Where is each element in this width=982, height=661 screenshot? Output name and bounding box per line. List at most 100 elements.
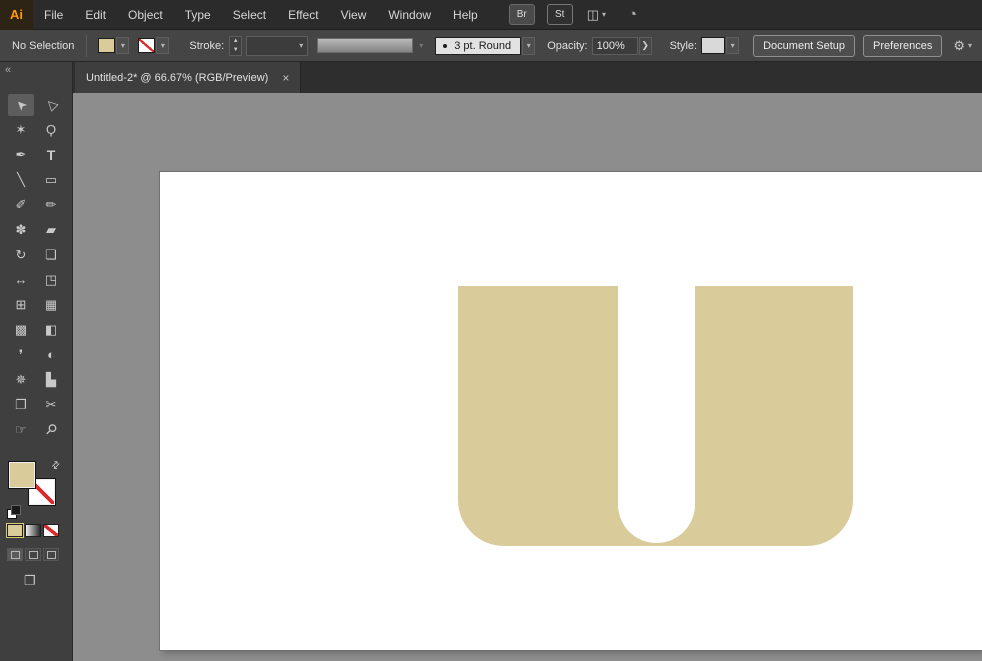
- slice-tool[interactable]: ✂: [38, 394, 64, 416]
- brush-definition-combo[interactable]: 3 pt. Round ▾: [435, 36, 536, 55]
- menu-object[interactable]: Object: [117, 0, 174, 29]
- fill-color-dropdown[interactable]: ▾: [116, 37, 130, 54]
- blend-tool[interactable]: ◐: [38, 344, 64, 366]
- brush-definition-value[interactable]: 3 pt. Round: [435, 36, 522, 55]
- style-combo[interactable]: ▾: [701, 37, 740, 54]
- artboard[interactable]: [160, 172, 982, 650]
- width-profile-dropdown[interactable]: ▾: [413, 38, 426, 53]
- screen-mode-button[interactable]: ❐: [24, 573, 36, 589]
- control-tools-group[interactable]: ⚙ ▾: [953, 38, 972, 54]
- sync-status-icon[interactable]: ◔: [628, 6, 637, 23]
- line-segment-tool[interactable]: ╲: [8, 169, 34, 191]
- bridge-button[interactable]: Br: [508, 4, 535, 25]
- drawing-modes-row: [7, 548, 59, 561]
- shape-builder-tool[interactable]: ⊞: [8, 294, 34, 316]
- chevron-right-icon: ❯: [641, 40, 649, 50]
- menu-file[interactable]: File: [33, 0, 74, 29]
- fill-color-combo[interactable]: ▾: [98, 37, 130, 54]
- letter-u-shape[interactable]: [458, 286, 853, 546]
- none-button[interactable]: [43, 524, 59, 537]
- opacity-value: 100%: [596, 39, 625, 52]
- stroke-weight-dropdown[interactable]: ▾: [246, 35, 309, 56]
- direct-selection-tool[interactable]: ▷: [38, 94, 64, 116]
- document-tab[interactable]: Untitled-2* @ 66.67% (RGB/Preview) ×: [75, 62, 302, 93]
- stroke-color-swatch[interactable]: [138, 38, 156, 53]
- draw-normal-icon: [10, 550, 20, 559]
- selection-tool[interactable]: ➤: [8, 93, 34, 116]
- width-tool[interactable]: ↔: [8, 269, 34, 291]
- style-label[interactable]: Style:: [670, 40, 698, 52]
- selection-tool-icon: ➤: [11, 95, 30, 115]
- tools-panel: « ➤ ▷ ✶ Ϙ ✒ T ╲ ▭ ✐ ✏ ✽ ▰ ↻ ❏ ↔ ◳ ⊞ ▦ ▩ ◧ ❜ ◐ ✵ ▙ ❐ ✂ ☞ ⚲ ⇄ ❐: [0, 62, 73, 661]
- collapse-panel-button[interactable]: «: [5, 64, 11, 76]
- close-icon[interactable]: ×: [282, 71, 289, 85]
- stroke-label[interactable]: Stroke:: [189, 40, 224, 52]
- eraser-tool[interactable]: ▰: [38, 219, 64, 241]
- opacity-flyout-button[interactable]: ❯: [638, 36, 652, 55]
- menu-edit[interactable]: Edit: [74, 0, 117, 29]
- perspective-grid-tool[interactable]: ▦: [38, 294, 64, 316]
- artboard-tool[interactable]: ❐: [8, 394, 34, 416]
- fill-color-swatch[interactable]: [98, 38, 116, 53]
- mesh-tool-icon: ▩: [14, 321, 28, 337]
- draw-normal-button[interactable]: [7, 548, 23, 561]
- menu-help[interactable]: Help: [442, 0, 489, 29]
- lasso-tool-icon: Ϙ: [45, 122, 57, 137]
- stroke-color-dropdown[interactable]: ▾: [156, 37, 170, 54]
- gradient-tool[interactable]: ◧: [38, 319, 64, 341]
- mesh-tool[interactable]: ▩: [8, 319, 34, 341]
- type-tool[interactable]: T: [38, 144, 64, 166]
- pen-tool[interactable]: ✒: [8, 144, 34, 166]
- workspace-switcher[interactable]: ◫ ▾: [587, 7, 606, 23]
- symbol-sprayer-tool[interactable]: ✵: [8, 369, 34, 391]
- brush-definition-dropdown[interactable]: ▾: [522, 36, 536, 55]
- stepper-up-icon[interactable]: ▲: [230, 37, 241, 46]
- chevron-down-icon: ▾: [120, 41, 125, 50]
- default-fill-stroke-icon[interactable]: [7, 505, 21, 519]
- menu-effect[interactable]: Effect: [277, 0, 329, 29]
- paintbrush-tool[interactable]: ✐: [8, 194, 34, 216]
- menu-window[interactable]: Window: [377, 0, 442, 29]
- style-dropdown[interactable]: ▾: [726, 37, 740, 54]
- lasso-tool[interactable]: Ϙ: [38, 119, 64, 141]
- stroke-color-combo[interactable]: ▾: [138, 37, 170, 54]
- tools-grid: ➤ ▷ ✶ Ϙ ✒ T ╲ ▭ ✐ ✏ ✽ ▰ ↻ ❏ ↔ ◳ ⊞ ▦ ▩ ◧ ❜ ◐ ✵ ▙ ❐ ✂ ☞ ⚲: [6, 92, 66, 442]
- blob-brush-tool[interactable]: ✽: [8, 219, 34, 241]
- perspective-grid-tool-icon: ▦: [44, 296, 58, 312]
- draw-behind-button[interactable]: [25, 548, 41, 561]
- column-graph-tool[interactable]: ▙: [38, 369, 64, 391]
- preferences-button[interactable]: Preferences: [863, 34, 943, 57]
- menu-type[interactable]: Type: [174, 0, 222, 29]
- rotate-tool[interactable]: ↻: [8, 244, 34, 266]
- eyedropper-tool[interactable]: ❜: [8, 344, 34, 366]
- document-setup-button[interactable]: Document Setup: [753, 34, 856, 57]
- opacity-label[interactable]: Opacity:: [547, 40, 587, 52]
- stroke-weight-stepper[interactable]: ▲ ▼: [229, 35, 243, 56]
- pencil-tool[interactable]: ✏: [38, 194, 64, 216]
- divider: [86, 34, 88, 57]
- color-mode-row: [6, 523, 59, 538]
- zoom-tool-icon: ⚲: [42, 419, 61, 439]
- opacity-input[interactable]: 100%: [591, 36, 638, 55]
- rectangle-tool-icon: ▭: [44, 171, 58, 187]
- rotate-tool-icon: ↻: [15, 246, 27, 262]
- menu-view[interactable]: View: [330, 0, 378, 29]
- stepper-down-icon[interactable]: ▼: [230, 46, 241, 55]
- swap-fill-stroke-icon[interactable]: ⇄: [49, 459, 63, 473]
- brush-preview-icon: [443, 43, 448, 48]
- canvas-area[interactable]: [73, 93, 982, 661]
- gradient-button[interactable]: [25, 524, 41, 537]
- rectangle-tool[interactable]: ▭: [38, 169, 64, 191]
- stock-button[interactable]: St: [546, 4, 573, 25]
- color-button[interactable]: [6, 523, 24, 538]
- scale-tool[interactable]: ❏: [38, 244, 64, 266]
- hand-tool[interactable]: ☞: [8, 419, 34, 441]
- fill-proxy-swatch[interactable]: [8, 461, 36, 489]
- magic-wand-tool[interactable]: ✶: [8, 119, 34, 141]
- free-transform-tool[interactable]: ◳: [38, 269, 64, 291]
- zoom-tool[interactable]: ⚲: [38, 419, 64, 441]
- draw-inside-button[interactable]: [43, 548, 59, 561]
- menu-select[interactable]: Select: [222, 0, 277, 29]
- paintbrush-tool-icon: ✐: [15, 196, 27, 212]
- style-swatch[interactable]: [701, 37, 726, 54]
